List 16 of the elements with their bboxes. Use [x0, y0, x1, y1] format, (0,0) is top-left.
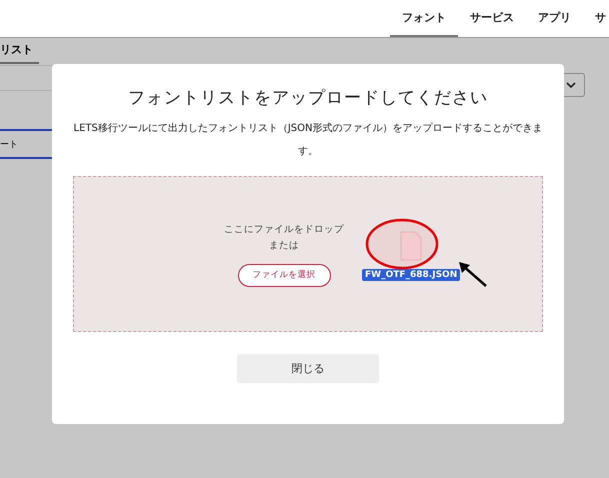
- sub-tab[interactable]: リスト: [0, 42, 39, 64]
- cursor-arrow-icon: [458, 261, 488, 287]
- or-text: または: [269, 238, 299, 252]
- file-name-label: FW_OTF_688.JSON: [362, 269, 460, 281]
- select-file-button[interactable]: ファイルを選択: [238, 264, 330, 286]
- chevron-down-icon: [566, 82, 576, 88]
- dialog-title: フォントリストをアップロードしてください: [128, 87, 488, 109]
- drop-zone[interactable]: ここにファイルをドロップ または ファイルを選択 FW_OTF_688.JSON: [73, 176, 543, 332]
- close-button[interactable]: 閉じる: [237, 354, 379, 383]
- drop-prompt: ここにファイルをドロップ: [224, 222, 344, 236]
- dialog-description: LETS移行ツールにて出力したフォントリスト（JSON形式のファイル）をアップロードすることができます。: [73, 122, 543, 159]
- nav-tab[interactable]: フォント: [390, 0, 458, 37]
- file-icon: [400, 231, 422, 261]
- nav-tab[interactable]: アプリ: [526, 0, 583, 37]
- nav-tab[interactable]: サービス: [458, 0, 526, 37]
- nav-tab[interactable]: サ: [583, 0, 609, 37]
